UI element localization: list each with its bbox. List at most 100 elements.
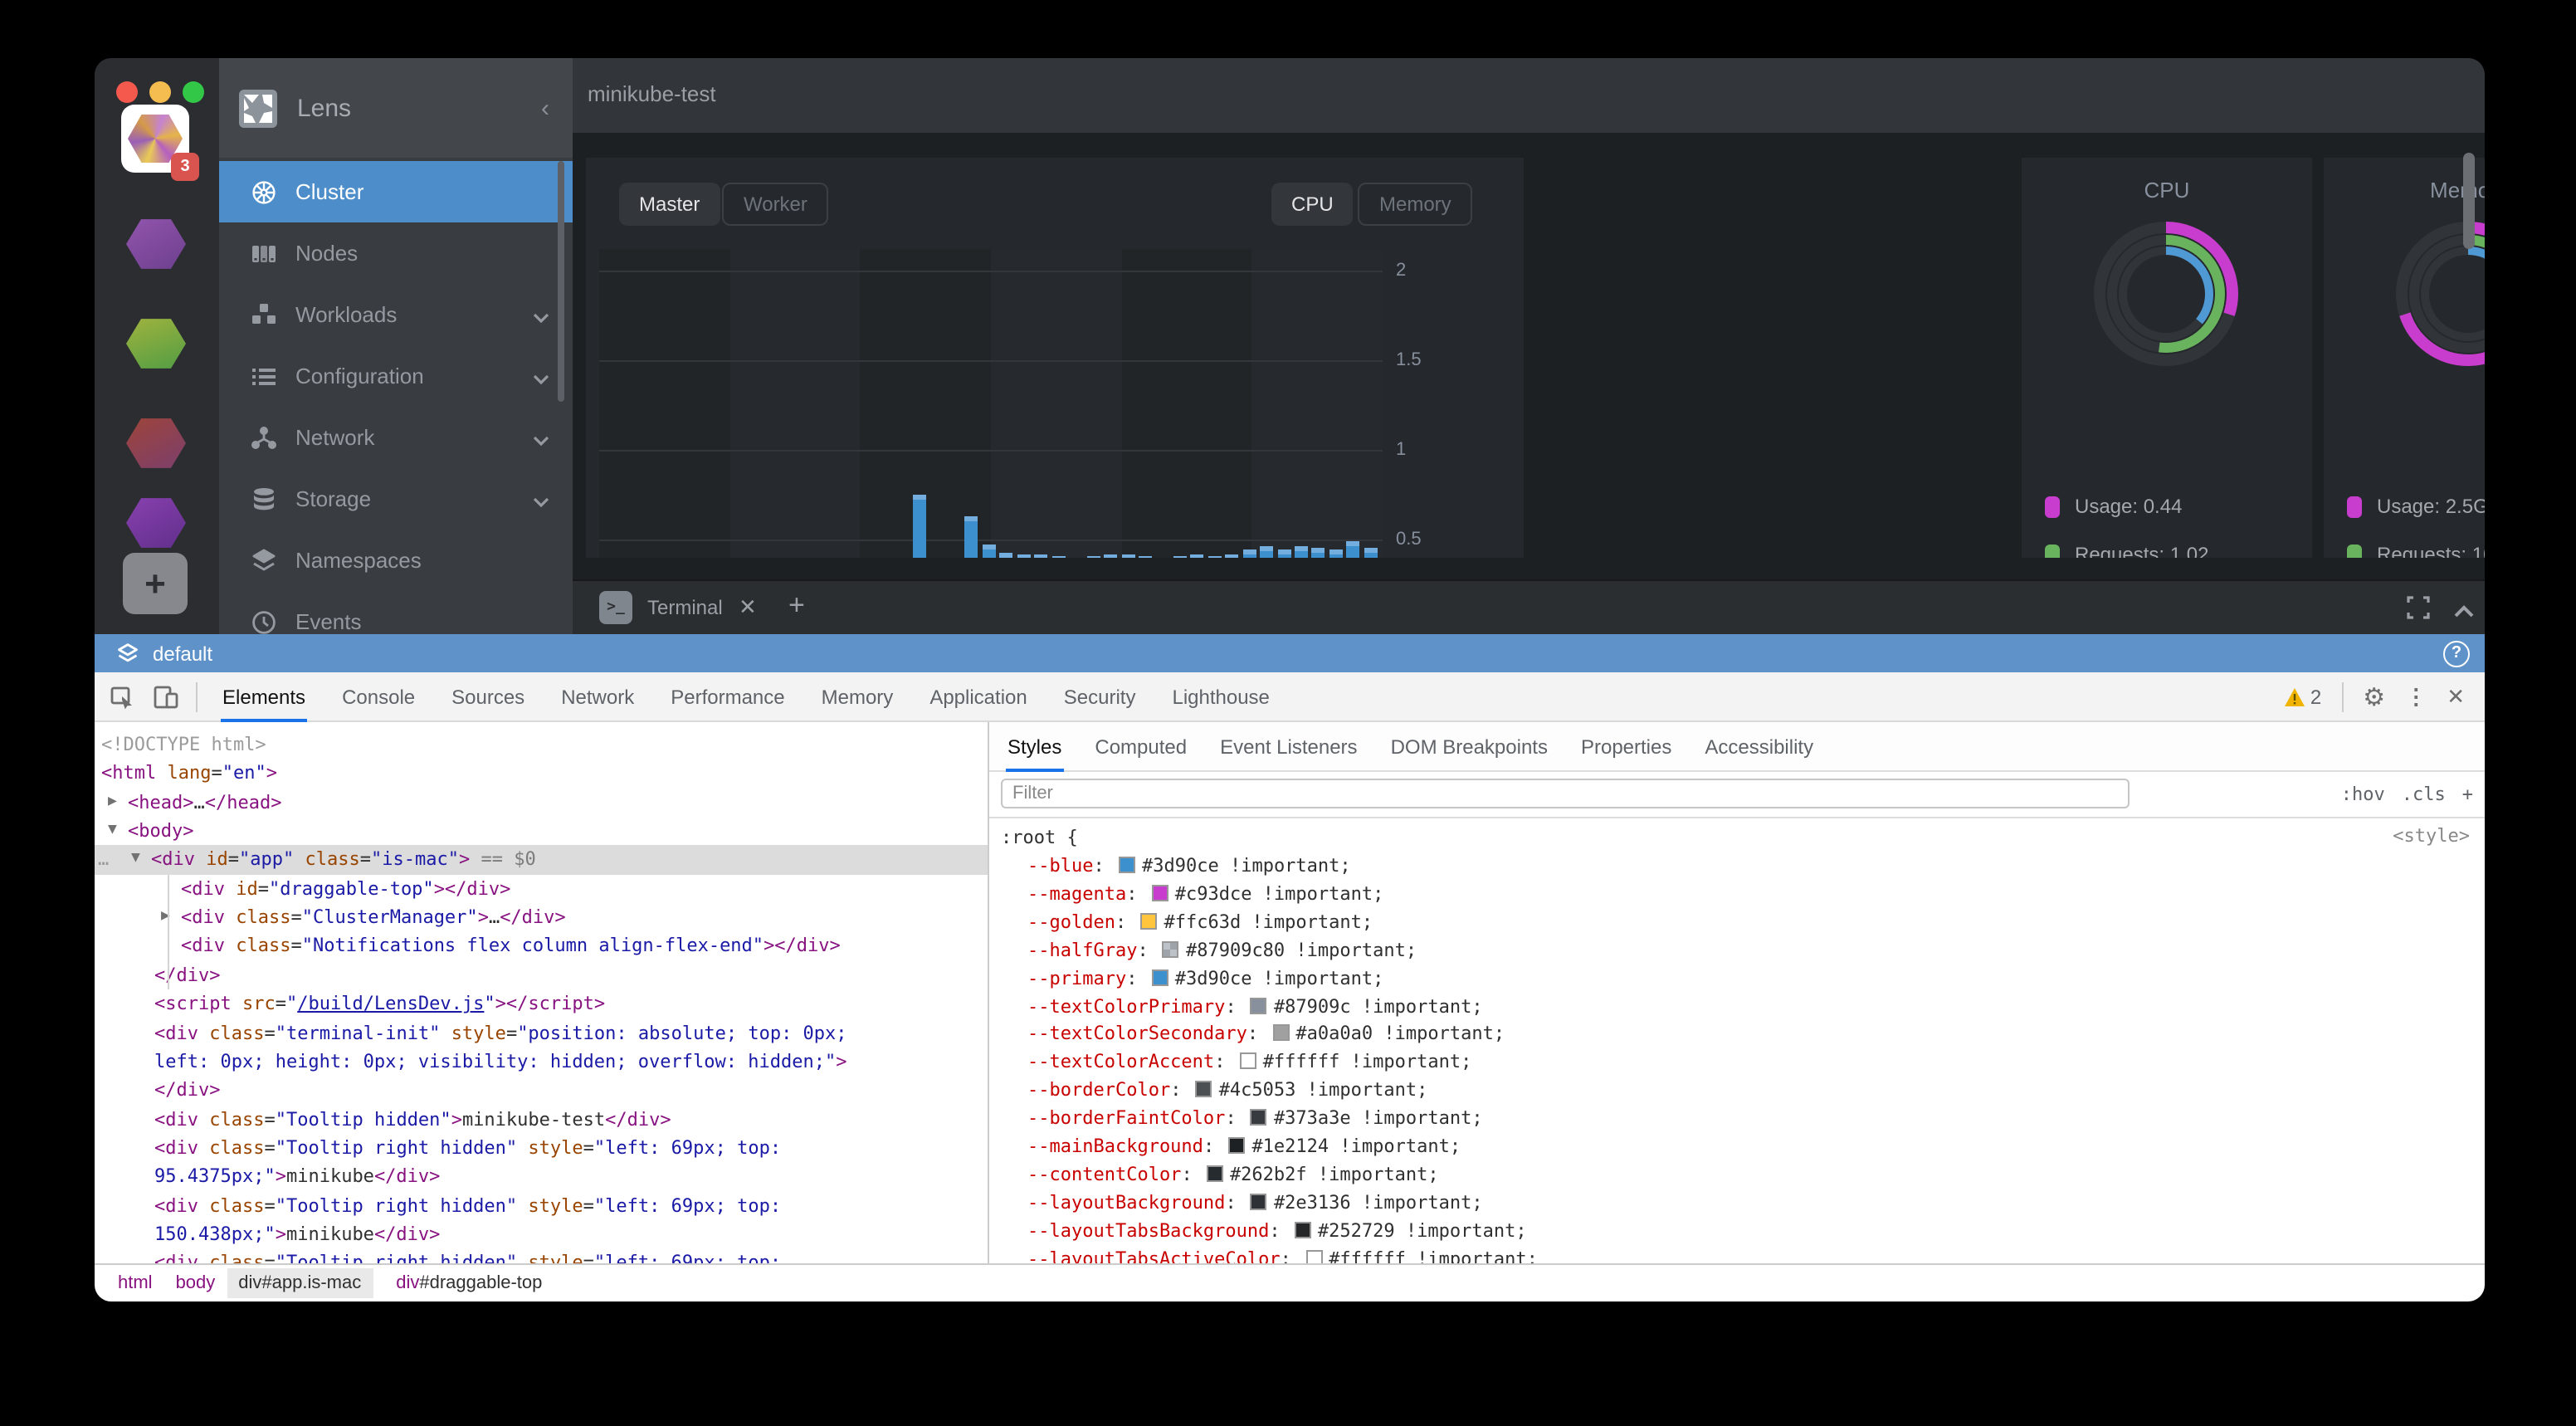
cluster-icon[interactable] — [126, 415, 186, 471]
devtools-tab-console[interactable]: Console — [340, 671, 417, 721]
color-swatch[interactable] — [1152, 885, 1168, 901]
styles-tab-computed[interactable]: Computed — [1093, 722, 1188, 771]
css-property-row[interactable]: --textColorSecondary: #a0a0a0 !important… — [989, 1022, 2485, 1050]
settings-gear-icon[interactable]: ⚙ — [2363, 681, 2385, 711]
toggle-classes-button[interactable]: .cls — [2402, 784, 2446, 805]
terminal-expand-icon[interactable] — [2407, 596, 2430, 628]
namespace-bar[interactable]: default ? — [95, 634, 2485, 672]
traffic-light-close[interactable] — [116, 81, 138, 103]
sidebar-item-workloads[interactable]: Workloads — [219, 284, 573, 345]
dom-tree-row[interactable]: <html lang="en"> — [95, 759, 988, 789]
color-swatch[interactable] — [1240, 1053, 1256, 1070]
sidebar-item-namespaces[interactable]: Namespaces — [219, 530, 573, 591]
dom-tree-row[interactable]: …▼<div id="app" class="is-mac"> == $0 — [95, 846, 988, 875]
dom-tree-row[interactable]: </div> — [95, 1076, 988, 1105]
styles-filter-input[interactable]: Filter — [1001, 779, 2130, 808]
terminal-close-icon[interactable]: ✕ — [739, 594, 757, 621]
row-actions-icon[interactable]: … — [98, 846, 110, 875]
warning-badge[interactable]: 2 — [2284, 685, 2321, 708]
toggle-hover-state-button[interactable]: :hov — [2341, 784, 2385, 805]
dom-tree-row[interactable]: <div id="draggable-top"></div> — [95, 875, 988, 904]
devtools-tab-lighthouse[interactable]: Lighthouse — [1170, 671, 1271, 721]
css-property-row[interactable]: --layoutTabsBackground: #252729 !importa… — [989, 1218, 2485, 1246]
css-property-row[interactable]: --layoutTabsActiveColor: #ffffff !import… — [989, 1246, 2485, 1263]
traffic-light-zoom[interactable] — [183, 81, 204, 103]
color-swatch[interactable] — [1305, 1249, 1322, 1263]
sidebar-item-nodes[interactable]: Nodes — [219, 222, 573, 284]
color-swatch[interactable] — [1207, 1165, 1223, 1182]
expanded-arrow-icon[interactable]: ▼ — [131, 846, 140, 875]
traffic-light-minimize[interactable] — [149, 81, 171, 103]
node-tab-worker[interactable]: Worker — [722, 183, 829, 226]
breadcrumb-item[interactable]: div#app.is-mac — [227, 1268, 373, 1298]
expanded-arrow-icon[interactable]: ▼ — [108, 817, 117, 846]
sidebar-item-configuration[interactable]: Configuration — [219, 345, 573, 407]
devtools-tab-elements[interactable]: Elements — [221, 671, 307, 721]
dom-tree-row[interactable]: <!DOCTYPE html> — [95, 730, 988, 759]
css-property-row[interactable]: --textColorPrimary: #87909c !important; — [989, 994, 2485, 1022]
css-property-row[interactable]: --halfGray: #87909c80 !important; — [989, 937, 2485, 965]
metric-tab-cpu[interactable]: CPU — [1271, 183, 1354, 226]
collapsed-arrow-icon[interactable]: ▶ — [108, 788, 117, 817]
new-style-rule-button[interactable]: + — [2462, 784, 2473, 805]
help-icon[interactable]: ? — [2443, 640, 2470, 667]
sidebar-item-cluster[interactable]: Cluster — [219, 161, 573, 222]
styles-tab-styles[interactable]: Styles — [1006, 722, 1063, 771]
css-property-row[interactable]: --mainBackground: #1e2124 !important; — [989, 1134, 2485, 1162]
inspect-element-icon[interactable] — [110, 683, 136, 710]
close-devtools-icon[interactable]: ✕ — [2447, 683, 2465, 710]
color-swatch[interactable] — [1196, 1081, 1212, 1097]
devtools-tab-sources[interactable]: Sources — [450, 671, 526, 721]
cluster-icon[interactable] — [126, 216, 186, 272]
overview-scrollbar[interactable] — [2463, 153, 2475, 249]
css-property-row[interactable]: --borderColor: #4c5053 !important; — [989, 1077, 2485, 1106]
dom-tree-row[interactable]: <div class="Tooltip right hidden" style=… — [95, 1191, 988, 1220]
dom-tree-row[interactable]: left: 0px; height: 0px; visibility: hidd… — [95, 1048, 988, 1077]
devtools-tab-security[interactable]: Security — [1062, 671, 1138, 721]
css-property-row[interactable]: --layoutBackground: #2e3136 !important; — [989, 1190, 2485, 1218]
devtools-tab-network[interactable]: Network — [559, 671, 636, 721]
metric-tab-memory[interactable]: Memory — [1358, 183, 1473, 226]
sidebar-item-network[interactable]: Network — [219, 407, 573, 468]
styles-tab-event-listeners[interactable]: Event Listeners — [1218, 722, 1359, 771]
dom-tree-row[interactable]: ▶<head>…</head> — [95, 788, 988, 817]
sidebar-collapse-button[interactable]: ‹ — [541, 94, 549, 122]
color-swatch[interactable] — [1119, 857, 1135, 873]
dom-tree-row[interactable]: ▶<div class="ClusterManager">…</div> — [95, 903, 988, 932]
cluster-icon[interactable]: 3 — [121, 105, 189, 173]
css-property-row[interactable]: --contentColor: #262b2f !important; — [989, 1162, 2485, 1190]
sidebar-item-storage[interactable]: Storage — [219, 468, 573, 530]
dom-tree-row[interactable]: <div class="Tooltip right hidden" style=… — [95, 1249, 988, 1263]
dom-tree-row[interactable]: <div class="terminal-init" style="positi… — [95, 1018, 988, 1048]
devtools-tab-performance[interactable]: Performance — [669, 671, 786, 721]
styles-tab-dom-breakpoints[interactable]: DOM Breakpoints — [1389, 722, 1549, 771]
css-property-row[interactable]: --golden: #ffc63d !important; — [989, 910, 2485, 938]
color-swatch[interactable] — [1251, 1109, 1267, 1126]
css-property-row[interactable]: --primary: #3d90ce !important; — [989, 965, 2485, 994]
css-property-row[interactable]: --blue: #3d90ce !important; — [989, 853, 2485, 881]
dom-tree-row[interactable]: 150.438px;">minikube</div> — [95, 1220, 988, 1249]
color-swatch[interactable] — [1251, 1194, 1267, 1210]
color-swatch[interactable] — [1152, 969, 1168, 985]
devtools-tab-memory[interactable]: Memory — [820, 671, 895, 721]
color-swatch[interactable] — [1295, 1221, 1311, 1238]
terminal-add-icon[interactable]: + — [788, 589, 805, 623]
add-cluster-button[interactable]: + — [123, 553, 188, 614]
more-options-icon[interactable]: ⋮ — [2405, 683, 2427, 710]
color-swatch[interactable] — [1228, 1137, 1245, 1154]
dom-tree-row[interactable]: ▼<body> — [95, 817, 988, 846]
styles-tab-properties[interactable]: Properties — [1579, 722, 1673, 771]
dom-tree-row[interactable]: 95.4375px;">minikube</div> — [95, 1163, 988, 1192]
dom-tree-row[interactable]: <div class="Tooltip hidden">minikube-tes… — [95, 1105, 988, 1134]
node-tab-master[interactable]: Master — [619, 183, 720, 226]
color-swatch[interactable] — [1163, 940, 1179, 957]
css-property-row[interactable]: --magenta: #c93dce !important; — [989, 881, 2485, 910]
device-toolbar-icon[interactable] — [153, 683, 179, 710]
breadcrumb-item[interactable]: div#draggable-top — [396, 1273, 542, 1293]
terminal-tab[interactable]: Terminal — [647, 596, 723, 619]
color-swatch[interactable] — [1251, 997, 1267, 1013]
sidebar-scrollbar[interactable] — [558, 161, 564, 402]
terminal-collapse-icon[interactable] — [2453, 598, 2475, 628]
dom-tree-row[interactable]: <div class="Tooltip right hidden" style=… — [95, 1134, 988, 1163]
breadcrumb-item[interactable]: body — [176, 1273, 216, 1293]
